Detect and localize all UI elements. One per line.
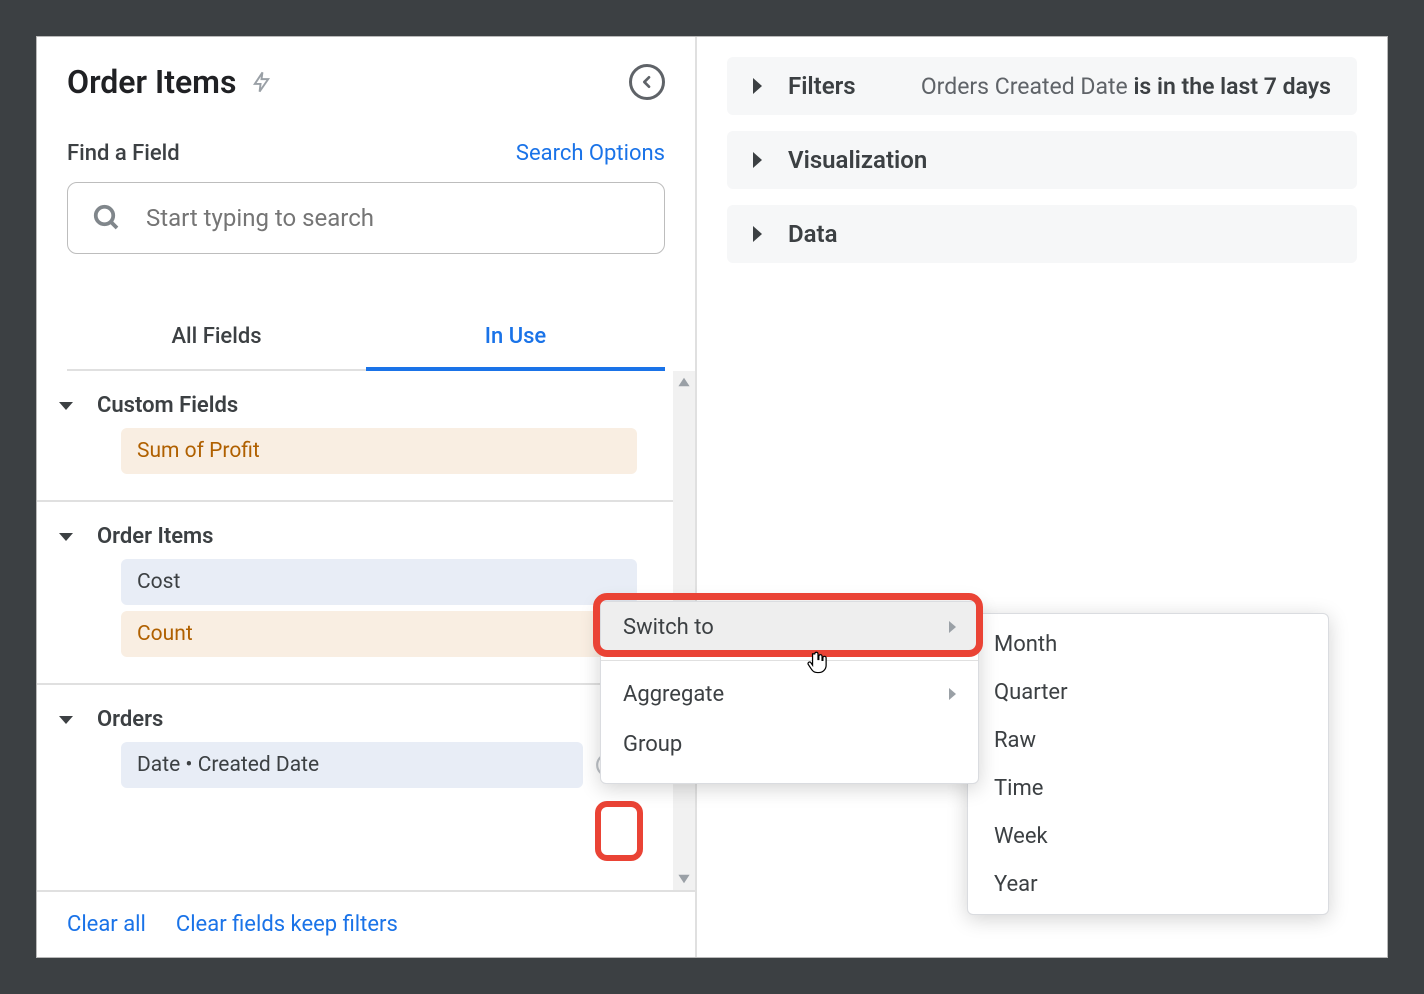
group-orders: Orders Date • Created Date [37,685,673,808]
submenu-arrow-icon [949,621,956,633]
group-order-items: Order Items Cost Count [37,502,673,685]
field-chip-count[interactable]: Count [121,611,637,657]
chips-custom: Sum of Profit [37,428,673,474]
group-label: Order Items [97,524,213,549]
field-picker-footer: Clear all Clear fields keep filters [37,890,695,957]
section-data[interactable]: Data [727,205,1357,263]
page-title: Order Items [67,63,236,101]
caret-right-icon [753,78,762,94]
lightning-icon[interactable] [248,69,274,95]
menu-divider [601,660,978,661]
submenu-item-month[interactable]: Month [968,620,1328,668]
group-custom-fields: Custom Fields Sum of Profit [37,371,673,502]
tab-all-fields[interactable]: All Fields [67,304,366,369]
group-header-order-items[interactable]: Order Items [37,518,673,559]
caret-right-icon [753,152,762,168]
collapse-panel-button[interactable] [629,64,665,100]
scroll-down-button[interactable] [673,868,695,890]
submenu-item-raw[interactable]: Raw [968,716,1328,764]
submenu-item-quarter[interactable]: Quarter [968,668,1328,716]
title-row: Order Items [67,63,665,101]
app-frame: Order Items Find a Field Search Options … [36,36,1388,958]
group-header-orders[interactable]: Orders [37,701,673,742]
group-label: Orders [97,707,163,732]
find-row: Find a Field Search Options [67,141,665,166]
chips-order-items: Cost Count [37,559,673,657]
caret-down-icon [59,533,73,541]
scroll-up-button[interactable] [673,371,695,393]
caret-down-icon [59,716,73,724]
field-chip-cost[interactable]: Cost [121,559,637,605]
caret-right-icon [753,226,762,242]
submenu-item-week[interactable]: Week [968,812,1328,860]
submenu-arrow-icon [949,688,956,700]
menu-item-aggregate[interactable]: Aggregate [601,669,978,719]
field-picker-panel: Order Items Find a Field Search Options … [37,37,697,957]
group-header-custom-fields[interactable]: Custom Fields [37,387,673,428]
menu-item-switch-to[interactable]: Switch to [601,602,978,652]
search-icon [92,203,122,233]
date-field-row: Date • Created Date [37,742,673,788]
group-label: Custom Fields [97,393,238,418]
submenu-item-year[interactable]: Year [968,860,1328,908]
clear-fields-keep-filters-link[interactable]: Clear fields keep filters [176,912,398,937]
field-chip-sum-of-profit[interactable]: Sum of Profit [121,428,637,474]
submenu-item-time[interactable]: Time [968,764,1328,812]
section-title: Visualization [788,146,927,174]
filters-summary: Orders Created Date is in the last 7 day… [921,73,1331,100]
find-field-label: Find a Field [67,141,180,166]
section-title: Data [788,220,837,248]
caret-down-icon [59,402,73,410]
section-visualization[interactable]: Visualization [727,131,1357,189]
tab-in-use[interactable]: In Use [366,304,665,369]
section-filters[interactable]: Filters Orders Created Date is in the la… [727,57,1357,115]
switch-to-submenu: Month Quarter Raw Time Week Year [967,613,1329,915]
field-chip-created-date[interactable]: Date • Created Date [121,742,583,788]
field-tabs: All Fields In Use [67,304,665,371]
field-picker-header: Order Items Find a Field Search Options … [37,37,695,371]
field-context-menu: Switch to Aggregate Group [600,601,979,784]
search-input[interactable] [144,203,640,233]
field-list: Custom Fields Sum of Profit Order Items … [37,371,695,890]
section-title: Filters [788,72,856,100]
search-options-link[interactable]: Search Options [516,141,665,166]
search-box[interactable] [67,182,665,254]
menu-item-group[interactable]: Group [601,719,978,769]
clear-all-link[interactable]: Clear all [67,912,146,937]
